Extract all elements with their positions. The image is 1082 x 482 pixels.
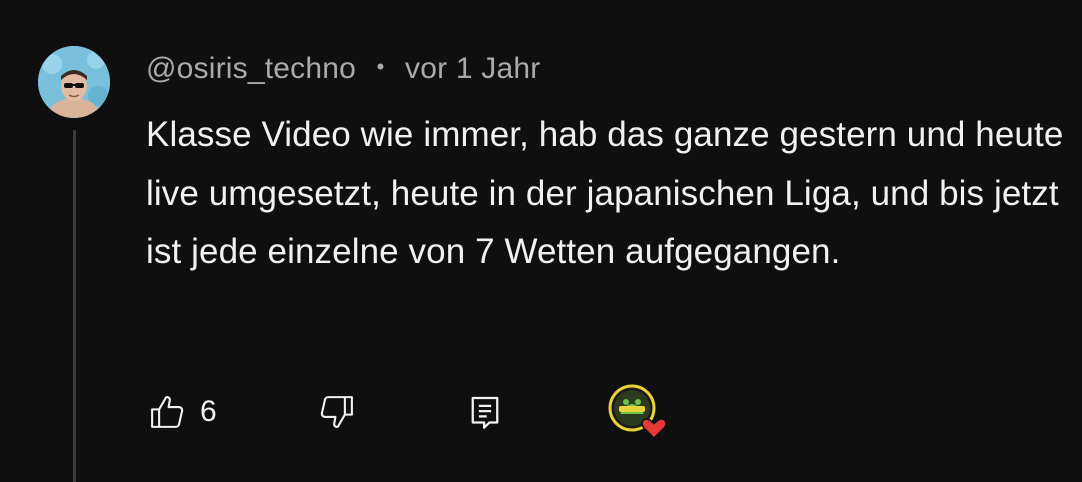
meta-separator: • — [376, 54, 385, 79]
avatar-photo — [38, 46, 110, 118]
creator-heart-button[interactable] — [608, 384, 672, 440]
comment-item: @osiris_techno • vor 1 Jahr Klasse Video… — [0, 0, 1082, 482]
comment-text: Klasse Video wie immer, hab das ganze ge… — [146, 115, 1064, 272]
like-count: 6 — [200, 395, 217, 428]
creator-heart-icon — [608, 384, 667, 440]
reply-icon — [471, 396, 499, 429]
thread-line — [73, 130, 76, 482]
reply-button[interactable] — [464, 384, 506, 440]
like-button[interactable]: 6 — [146, 384, 217, 440]
thumbs-up-icon — [151, 396, 184, 428]
avatar[interactable] — [38, 46, 110, 118]
comment-timestamp: vor 1 Jahr — [405, 52, 541, 85]
thumbs-down-icon — [320, 396, 353, 428]
dislike-button[interactable] — [316, 384, 358, 440]
comment-header: @osiris_techno • vor 1 Jahr — [146, 52, 540, 86]
author-handle[interactable]: @osiris_techno — [146, 52, 356, 85]
